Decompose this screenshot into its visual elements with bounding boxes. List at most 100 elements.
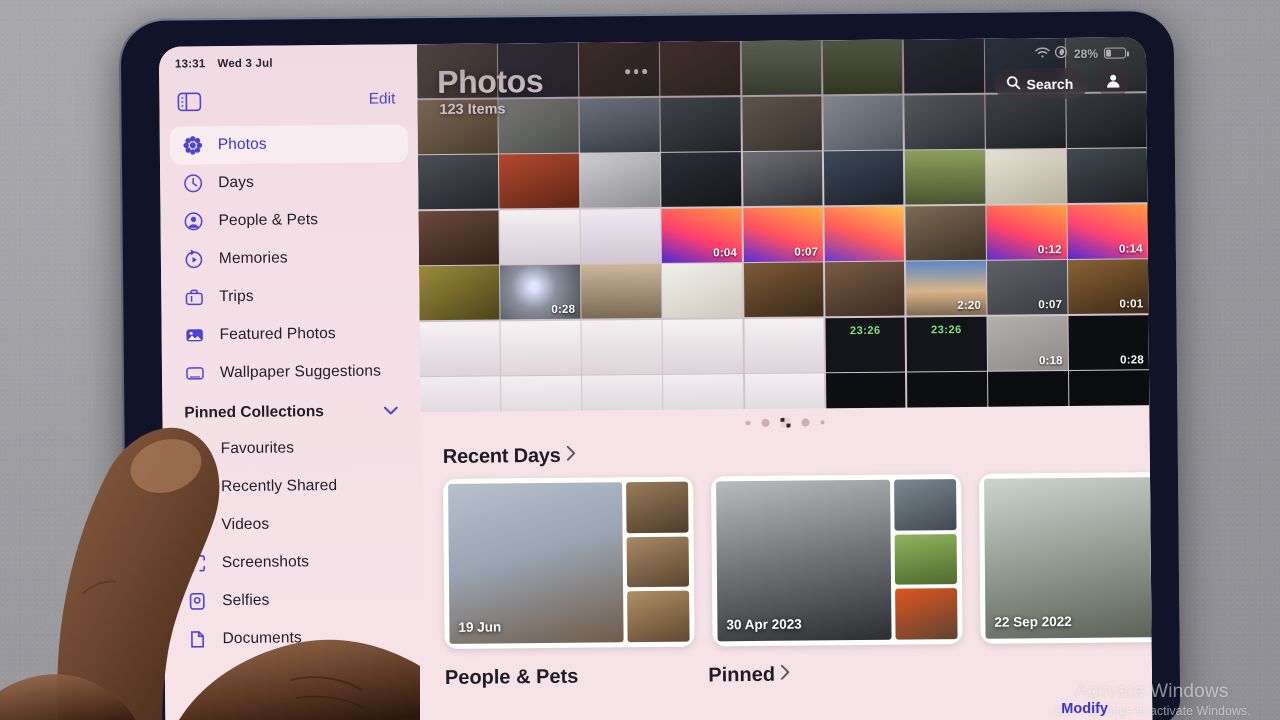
photo-thumb[interactable]: 0:04: [661, 207, 743, 263]
sidebar-item-memories[interactable]: Memories: [171, 238, 409, 278]
photo-thumb[interactable]: [498, 98, 579, 153]
photo-thumb[interactable]: [660, 96, 742, 152]
sidebar-item-days[interactable]: Days: [170, 162, 408, 202]
card-main-photo[interactable]: 19 Jun: [448, 482, 624, 644]
photo-thumb[interactable]: [581, 263, 662, 319]
photo-thumb[interactable]: 0:14: [1067, 203, 1148, 259]
photo-thumb[interactable]: [905, 205, 986, 261]
card-thumb[interactable]: [626, 481, 689, 533]
photo-thumb[interactable]: [742, 151, 823, 207]
photo-thumb[interactable]: [985, 93, 1066, 149]
sidebar-item-screenshots[interactable]: Screenshots: [174, 542, 412, 582]
selfie-icon: [186, 590, 208, 612]
photo-thumb[interactable]: 0:28: [500, 264, 581, 320]
photo-thumb[interactable]: [661, 152, 742, 207]
photo-thumb[interactable]: [418, 209, 499, 265]
photo-thumb[interactable]: [1067, 148, 1148, 203]
photo-thumb[interactable]: [419, 320, 500, 376]
pager-dot[interactable]: [745, 420, 751, 426]
photo-thumb[interactable]: [741, 40, 822, 96]
sidebar-item-selfies[interactable]: Selfies: [174, 580, 412, 620]
sidebar-item-wallpaper-suggestions[interactable]: Wallpaper Suggestions: [172, 352, 410, 392]
photo-thumb[interactable]: [499, 153, 580, 209]
photo-thumb[interactable]: [662, 263, 743, 318]
edit-button[interactable]: Edit: [369, 90, 396, 108]
sidebar-item-photos[interactable]: Photos: [169, 124, 408, 165]
card-thumb[interactable]: [627, 590, 690, 643]
card-thumb[interactable]: [626, 536, 690, 588]
photo-thumb[interactable]: 2:20: [905, 260, 987, 316]
video-duration: 0:14: [1118, 242, 1143, 255]
recent-day-card[interactable]: 19 Jun: [443, 476, 695, 649]
photo-thumb[interactable]: [742, 95, 823, 151]
card-thumb[interactable]: [894, 479, 957, 531]
chevron-right-icon[interactable]: [566, 445, 577, 468]
recent-day-card[interactable]: 30 Apr 2023: [711, 474, 963, 647]
pinned-header[interactable]: Pinned: [708, 664, 791, 688]
sidebar-item-recently-shared[interactable]: Recently Shared: [173, 466, 411, 506]
photo-thumb[interactable]: 0:07: [987, 259, 1068, 315]
sidebar-toggle-icon[interactable]: [177, 92, 202, 111]
photo-thumb[interactable]: [580, 208, 661, 264]
photo-thumb[interactable]: [660, 41, 741, 96]
photo-thumb[interactable]: 0:18: [987, 315, 1068, 371]
photo-thumb[interactable]: [823, 150, 904, 206]
pager-dot[interactable]: [819, 420, 825, 425]
sidebar-item-videos[interactable]: Videos: [173, 504, 411, 544]
pinned-collections-nav: Favourites Recently Shared Videos Screen…: [163, 426, 423, 658]
photo-thumb[interactable]: 0:07: [743, 206, 824, 262]
more-dots-icon[interactable]: [625, 69, 647, 74]
photo-thumb[interactable]: [824, 261, 905, 317]
card-date: 30 Apr 2023: [726, 616, 802, 633]
photo-thumb[interactable]: [1066, 92, 1147, 148]
photo-thumb[interactable]: [986, 148, 1067, 204]
photo-thumb[interactable]: 0:12: [986, 204, 1067, 260]
photo-thumb[interactable]: [904, 149, 986, 205]
photo-thumb[interactable]: [662, 318, 744, 374]
card-thumb[interactable]: [894, 533, 958, 585]
item-count: 123 Items: [439, 101, 506, 119]
pinned-collections-header[interactable]: Pinned Collections: [162, 390, 420, 428]
photo-thumb[interactable]: 23:26: [906, 316, 987, 372]
photo-thumb[interactable]: 0:28: [1068, 314, 1149, 370]
photo-thumb[interactable]: [579, 41, 660, 97]
photo-thumb[interactable]: [417, 154, 499, 210]
photo-thumb[interactable]: [824, 206, 905, 261]
sidebar-item-label: Wallpaper Suggestions: [219, 362, 381, 382]
people-pets-title[interactable]: People & Pets: [445, 666, 579, 690]
photo-thumb[interactable]: [904, 94, 985, 150]
photo-thumb[interactable]: 23:26: [825, 317, 906, 372]
account-button[interactable]: [1097, 67, 1129, 99]
photo-thumb[interactable]: [581, 319, 662, 375]
pager-dot[interactable]: [800, 418, 810, 427]
photo-thumb[interactable]: 0:01: [1068, 259, 1149, 314]
pager-dot-active[interactable]: [779, 417, 791, 428]
chevron-right-icon[interactable]: [780, 664, 791, 687]
recent-day-card[interactable]: 22 Sep 2022: [978, 471, 1153, 644]
battery-percent: 28%: [1073, 46, 1099, 61]
photo-thumb[interactable]: [822, 39, 903, 95]
card-thumb[interactable]: [895, 588, 958, 640]
sidebar-item-favourites[interactable]: Favourites: [173, 428, 411, 468]
photo-thumb[interactable]: [580, 152, 661, 208]
sidebar-item-label: Days: [218, 173, 254, 192]
photo-thumb[interactable]: [743, 262, 824, 318]
chevron-down-icon[interactable]: [383, 402, 398, 420]
pager-dot[interactable]: [760, 418, 770, 427]
card-main-photo[interactable]: 22 Sep 2022: [984, 477, 1153, 639]
photo-thumb[interactable]: [903, 38, 984, 94]
sidebar-item-label: Photos: [217, 135, 267, 154]
search-button[interactable]: Search: [994, 67, 1089, 100]
sidebar-item-trips[interactable]: Trips: [171, 276, 409, 316]
card-main-photo[interactable]: 30 Apr 2023: [716, 479, 892, 642]
sidebar-item-people-pets[interactable]: People & Pets: [170, 200, 408, 240]
photo-thumb[interactable]: [499, 209, 580, 264]
sidebar-item-featured-photos[interactable]: Featured Photos: [171, 314, 409, 354]
photo-thumb[interactable]: [418, 265, 500, 321]
photo-thumb[interactable]: [823, 95, 904, 150]
sidebar-item-documents[interactable]: Documents: [174, 618, 412, 658]
photo-thumb[interactable]: [744, 317, 825, 373]
photo-thumb[interactable]: [500, 320, 581, 375]
modify-link[interactable]: Modify: [1061, 701, 1108, 717]
photo-thumb[interactable]: [579, 97, 660, 153]
